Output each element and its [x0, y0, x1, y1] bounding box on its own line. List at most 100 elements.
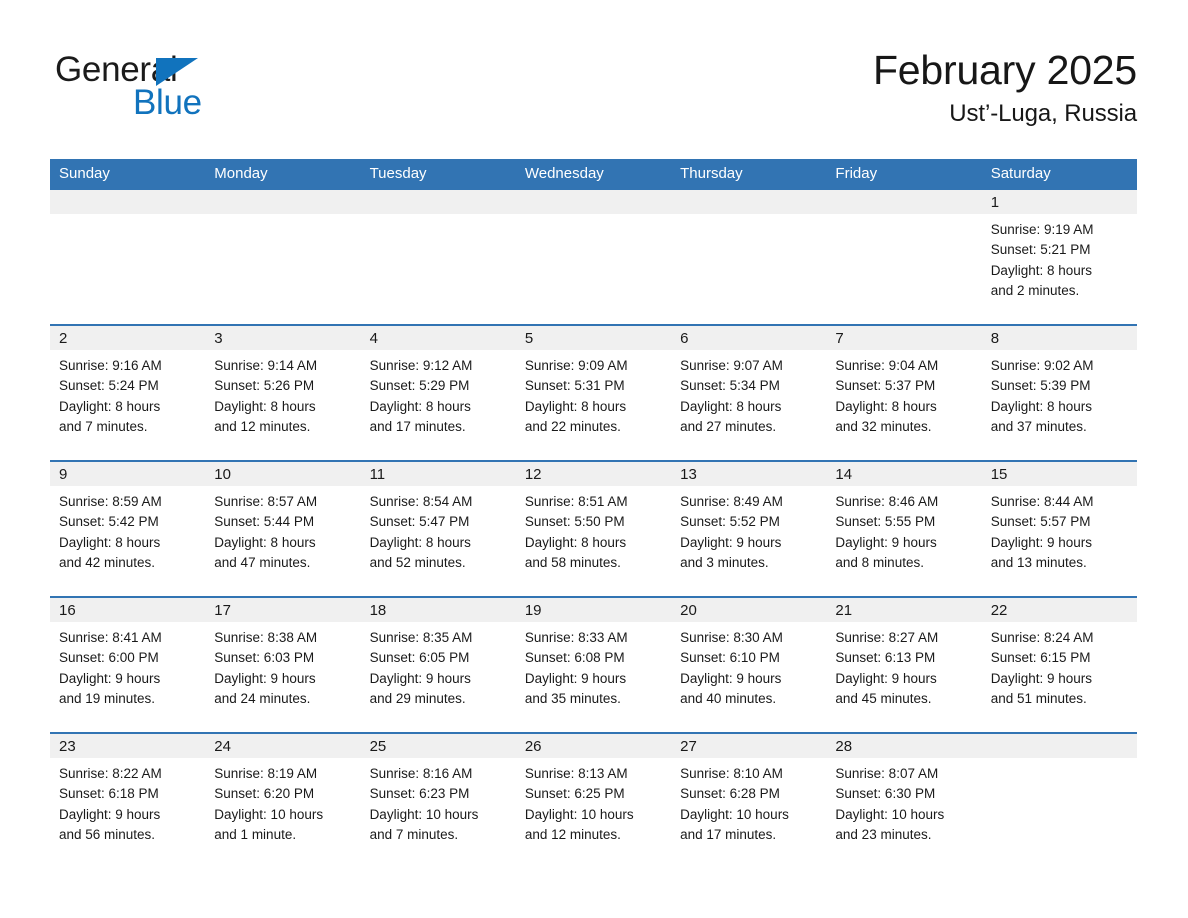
- day-cell-inner: 7 Sunrise: 9:04 AM Sunset: 5:37 PM Daylight…: [826, 326, 982, 460]
- day-cell-inner: 20 Sunrise: 8:30 AM Sunset: 6:10 PM Dayligh…: [671, 598, 827, 732]
- day-details: [982, 758, 1137, 764]
- day-detail-line: and 52 minutes.: [369, 554, 466, 570]
- calendar-day-cell[interactable]: 12 Sunrise: 8:51 AM Sunset: 5:50 PM Dayligh…: [515, 460, 672, 597]
- calendar-day-cell[interactable]: 6 Sunrise: 9:07 AM Sunset: 5:34 PM Daylight…: [671, 324, 827, 461]
- day-detail-line: Sunset: 5:44 PM: [214, 514, 315, 530]
- day-cell-inner: [826, 190, 982, 324]
- day-detail-line: and 58 minutes.: [524, 554, 621, 570]
- calendar-day-cell[interactable]: [671, 190, 827, 325]
- day-detail-line: Daylight: 10 hours: [369, 806, 479, 822]
- day-detail-line: Daylight: 8 hours: [214, 398, 316, 414]
- day-cell-inner: 11 Sunrise: 8:54 AM Sunset: 5:47 PM Dayligh…: [360, 462, 516, 596]
- day-details: Sunrise: 8:46 AM Sunset: 5:55 PM Daylight:…: [826, 486, 981, 573]
- day-number: 5: [515, 326, 672, 350]
- calendar-day-cell[interactable]: 9 Sunrise: 8:59 AM Sunset: 5:42 PM Daylight…: [50, 460, 206, 597]
- calendar-day-cell[interactable]: 16 Sunrise: 8:41 AM Sunset: 6:00 PM Dayligh…: [50, 596, 206, 733]
- day-detail-line: Sunset: 5:39 PM: [990, 378, 1091, 394]
- day-detail-line: Sunrise: 8:51 AM: [524, 494, 628, 509]
- day-detail-line: Sunset: 6:10 PM: [680, 650, 780, 666]
- calendar-day-cell[interactable]: 21 Sunrise: 8:27 AM Sunset: 6:13 PM Dayligh…: [826, 596, 982, 733]
- calendar-day-cell[interactable]: 23 Sunrise: 8:22 AM Sunset: 6:18 PM Dayligh…: [50, 732, 206, 868]
- day-detail-line: and 1 minute.: [214, 826, 297, 842]
- day-detail-line: and 13 minutes.: [990, 554, 1087, 570]
- calendar-day-cell[interactable]: 11 Sunrise: 8:54 AM Sunset: 5:47 PM Dayligh…: [360, 460, 516, 597]
- calendar-day-cell[interactable]: 28 Sunrise: 8:07 AM Sunset: 6:30 PM Dayligh…: [826, 732, 982, 868]
- day-detail-line: and 24 minutes.: [214, 690, 311, 706]
- logo-text-blue: Blue: [133, 83, 202, 122]
- day-detail-line: Daylight: 8 hours: [59, 398, 161, 414]
- calendar-day-cell[interactable]: 3 Sunrise: 9:14 AM Sunset: 5:26 PM Daylight…: [205, 324, 361, 461]
- weekday-header-wednesday: Wednesday: [515, 159, 672, 190]
- day-detail-line: and 35 minutes.: [524, 690, 621, 706]
- day-number: [515, 190, 672, 214]
- calendar-day-cell[interactable]: 18 Sunrise: 8:35 AM Sunset: 6:05 PM Dayligh…: [360, 596, 516, 733]
- calendar-day-cell[interactable]: 13 Sunrise: 8:49 AM Sunset: 5:52 PM Dayligh…: [671, 460, 827, 597]
- day-number: 12: [515, 462, 672, 486]
- calendar-day-cell[interactable]: 2 Sunrise: 9:16 AM Sunset: 5:24 PM Daylight…: [50, 324, 206, 461]
- weekday-header-monday: Monday: [205, 159, 361, 190]
- day-detail-line: Daylight: 10 hours: [214, 806, 324, 822]
- calendar-day-cell[interactable]: 10 Sunrise: 8:57 AM Sunset: 5:44 PM Dayligh…: [205, 460, 361, 597]
- day-detail-line: and 45 minutes.: [835, 690, 932, 706]
- day-cell-inner: 25 Sunrise: 8:16 AM Sunset: 6:23 PM Dayligh…: [360, 734, 516, 868]
- calendar-day-cell[interactable]: [360, 190, 516, 325]
- calendar-day-cell[interactable]: 1 Sunrise: 9:19 AM Sunset: 5:21 PM Daylight…: [981, 190, 1137, 325]
- day-number: 23: [50, 734, 206, 758]
- calendar-day-cell[interactable]: [515, 190, 672, 325]
- calendar-day-cell[interactable]: 25 Sunrise: 8:16 AM Sunset: 6:23 PM Dayligh…: [360, 732, 516, 868]
- weekday-header-thursday: Thursday: [671, 159, 827, 190]
- day-detail-line: Sunrise: 9:14 AM: [214, 358, 318, 373]
- calendar-day-cell[interactable]: 4 Sunrise: 9:12 AM Sunset: 5:29 PM Daylight…: [360, 324, 516, 461]
- day-details: Sunrise: 9:07 AM Sunset: 5:34 PM Daylight:…: [671, 350, 826, 437]
- day-detail-line: Sunset: 5:52 PM: [680, 514, 780, 530]
- day-detail-line: Sunset: 5:57 PM: [990, 514, 1091, 530]
- calendar-day-cell[interactable]: [205, 190, 361, 325]
- calendar-day-cell[interactable]: [826, 190, 982, 325]
- day-detail-line: and 40 minutes.: [680, 690, 777, 706]
- day-details: Sunrise: 8:07 AM Sunset: 6:30 PM Daylight:…: [826, 758, 981, 845]
- day-cell-inner: 13 Sunrise: 8:49 AM Sunset: 5:52 PM Dayligh…: [671, 462, 827, 596]
- day-details: Sunrise: 8:24 AM Sunset: 6:15 PM Daylight:…: [982, 622, 1137, 709]
- calendar-day-cell[interactable]: 20 Sunrise: 8:30 AM Sunset: 6:10 PM Dayligh…: [671, 596, 827, 733]
- day-detail-line: Daylight: 9 hours: [59, 670, 161, 686]
- day-detail-line: Daylight: 9 hours: [990, 534, 1092, 550]
- day-details: Sunrise: 8:59 AM Sunset: 5:42 PM Daylight:…: [50, 486, 205, 573]
- day-detail-line: Daylight: 9 hours: [835, 534, 937, 550]
- calendar-day-cell[interactable]: 22 Sunrise: 8:24 AM Sunset: 6:15 PM Dayligh…: [981, 596, 1137, 733]
- day-details: Sunrise: 8:27 AM Sunset: 6:13 PM Daylight:…: [826, 622, 981, 709]
- day-detail-line: Sunrise: 8:19 AM: [214, 766, 318, 781]
- day-details: Sunrise: 9:04 AM Sunset: 5:37 PM Daylight:…: [826, 350, 981, 437]
- calendar-day-cell[interactable]: [981, 732, 1137, 868]
- calendar-day-cell[interactable]: 26 Sunrise: 8:13 AM Sunset: 6:25 PM Dayligh…: [515, 732, 672, 868]
- calendar-day-cell[interactable]: 7 Sunrise: 9:04 AM Sunset: 5:37 PM Daylight…: [826, 324, 982, 461]
- calendar-day-cell[interactable]: 19 Sunrise: 8:33 AM Sunset: 6:08 PM Dayligh…: [515, 596, 672, 733]
- day-detail-line: Sunrise: 8:07 AM: [835, 766, 939, 781]
- calendar-day-cell[interactable]: 24 Sunrise: 8:19 AM Sunset: 6:20 PM Dayligh…: [205, 732, 361, 868]
- calendar-grid: Sunday Monday Tuesday Wednesday Thursday…: [50, 159, 1137, 868]
- calendar-day-cell[interactable]: 27 Sunrise: 8:10 AM Sunset: 6:28 PM Dayligh…: [671, 732, 827, 868]
- day-detail-line: Daylight: 10 hours: [835, 806, 945, 822]
- calendar-day-cell[interactable]: [50, 190, 206, 325]
- day-cell-inner: 17 Sunrise: 8:38 AM Sunset: 6:03 PM Dayligh…: [205, 598, 361, 732]
- day-detail-line: Sunset: 6:05 PM: [369, 650, 470, 666]
- calendar-day-cell[interactable]: 17 Sunrise: 8:38 AM Sunset: 6:03 PM Dayligh…: [205, 596, 361, 733]
- day-details: [516, 214, 671, 220]
- day-details: Sunrise: 8:51 AM Sunset: 5:50 PM Daylight:…: [516, 486, 671, 573]
- calendar-day-cell[interactable]: 5 Sunrise: 9:09 AM Sunset: 5:31 PM Daylight…: [515, 324, 672, 461]
- day-number: [50, 190, 206, 214]
- calendar-day-cell[interactable]: 14 Sunrise: 8:46 AM Sunset: 5:55 PM Dayligh…: [826, 460, 982, 597]
- day-detail-line: and 37 minutes.: [990, 418, 1087, 434]
- day-detail-line: Daylight: 9 hours: [990, 670, 1092, 686]
- day-detail-line: Sunrise: 8:33 AM: [524, 630, 628, 645]
- day-detail-line: Sunrise: 9:07 AM: [680, 358, 783, 373]
- day-detail-line: and 51 minutes.: [990, 690, 1087, 706]
- calendar-day-cell[interactable]: 8 Sunrise: 9:02 AM Sunset: 5:39 PM Daylight…: [981, 324, 1137, 461]
- day-details: [205, 214, 360, 220]
- day-detail-line: Sunrise: 8:57 AM: [214, 494, 318, 509]
- calendar-day-cell[interactable]: 15 Sunrise: 8:44 AM Sunset: 5:57 PM Dayligh…: [981, 460, 1137, 597]
- day-detail-line: and 12 minutes.: [524, 826, 621, 842]
- generalblue-logo[interactable]: General Blue: [55, 50, 315, 130]
- calendar-week-row: 2 Sunrise: 9:16 AM Sunset: 5:24 PM Daylight…: [50, 324, 1137, 461]
- day-detail-line: Sunrise: 8:59 AM: [59, 494, 162, 509]
- day-detail-line: Sunset: 5:29 PM: [369, 378, 470, 394]
